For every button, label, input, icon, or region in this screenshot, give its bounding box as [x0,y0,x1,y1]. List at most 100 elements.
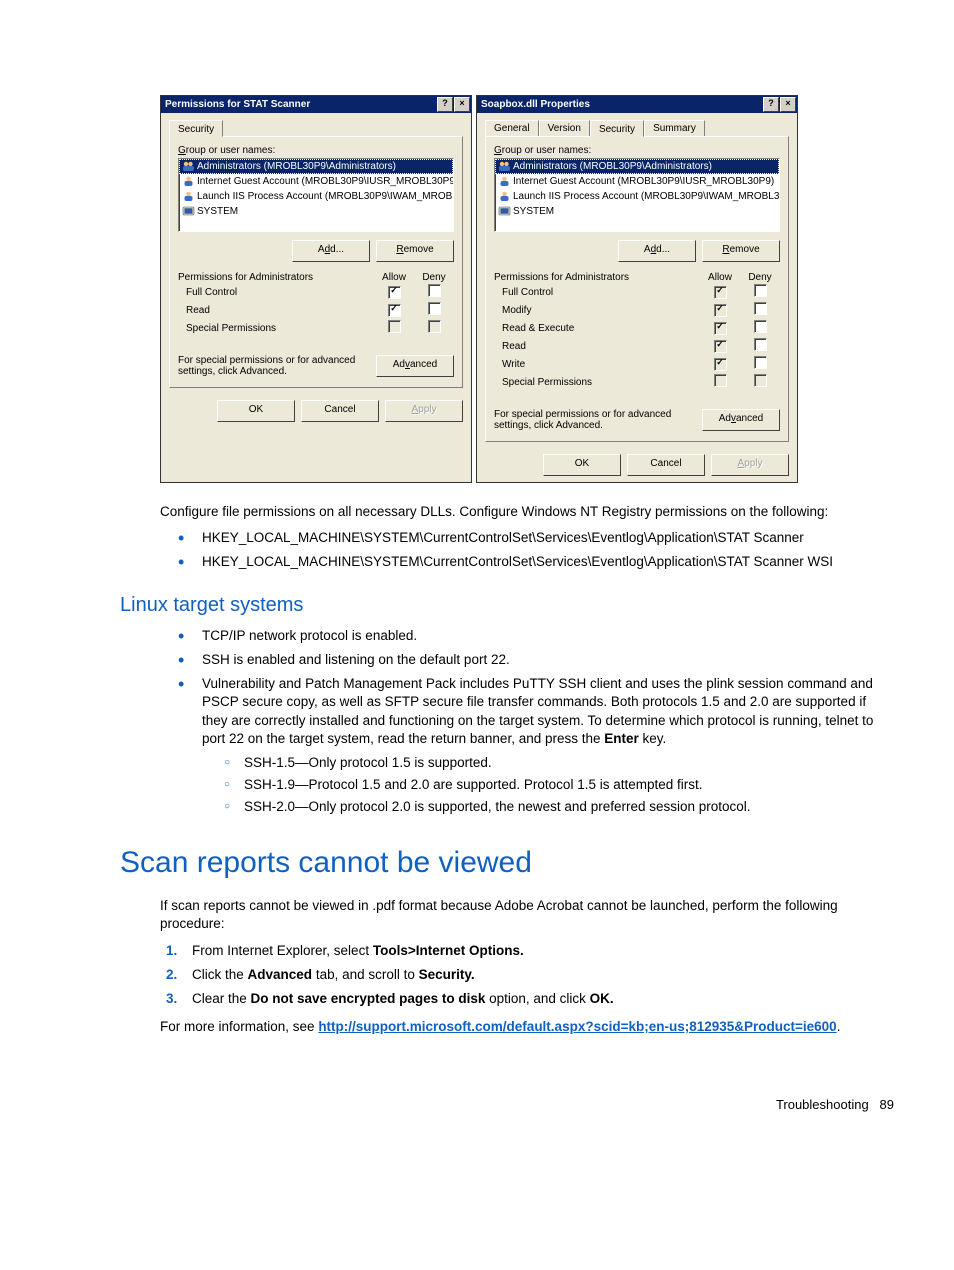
allow-checkbox[interactable] [714,286,727,299]
list-item: SSH is enabled and listening on the defa… [178,651,894,669]
dialog-title: Permissions for STAT Scanner [165,99,437,110]
dialog-title: Soapbox.dll Properties [481,99,763,110]
user-row[interactable]: SYSTEM [495,204,779,219]
step-item: Clear the Do not save encrypted pages to… [160,990,894,1008]
deny-checkbox[interactable] [754,302,767,315]
tab-general[interactable]: General [485,120,539,137]
perm-name: Write [502,359,700,370]
advanced-button[interactable]: Advanced [702,409,780,431]
system-icon [181,205,195,218]
user-row[interactable]: Internet Guest Account (MROBL30P9\IUSR_M… [179,174,453,189]
apply-button[interactable]: Apply [385,400,463,422]
tab-security[interactable]: Security [169,120,223,137]
perm-table: Full Control Modify Read & Execute Read Writ… [494,283,780,391]
titlebar: Soapbox.dll Properties ? × [477,96,797,113]
deny-checkbox[interactable] [754,338,767,351]
user-name: SYSTEM [197,206,238,217]
user-row[interactable]: Launch IIS Process Account (MROBL30P9\IW… [179,189,453,204]
perm-row: Full Control [494,283,780,301]
perm-name: Special Permissions [502,377,700,388]
allow-checkbox[interactable] [388,320,401,333]
help-button[interactable]: ? [437,97,453,112]
user-name: Internet Guest Account (MROBL30P9\IUSR_M… [197,176,454,187]
deny-checkbox[interactable] [754,374,767,387]
user-list[interactable]: Administrators (MROBL30P9\Administrators… [494,158,780,232]
deny-checkbox[interactable] [754,356,767,369]
apply-button[interactable]: Apply [711,454,789,476]
user-row[interactable]: Internet Guest Account (MROBL30P9\IUSR_M… [495,174,779,189]
allow-checkbox[interactable] [714,340,727,353]
user-name: Launch IIS Process Account (MROBL30P9\IW… [197,191,454,202]
perm-row: Write [494,355,780,373]
user-list[interactable]: Administrators (MROBL30P9\Administrators… [178,158,454,232]
close-button[interactable]: × [454,97,470,112]
user-name: SYSTEM [513,206,554,217]
support-link[interactable]: http://support.microsoft.com/default.asp… [318,1019,836,1034]
advanced-text: For special permissions or for advanced … [178,355,376,377]
perm-table: Full Control Read Special Permissions [178,283,454,337]
paragraph: Configure file permissions on all necess… [160,503,894,521]
sub-item: SSH-2.0—Only protocol 2.0 is supported, … [224,798,894,816]
user-icon [181,190,195,203]
perm-row: Read & Execute [494,319,780,337]
sub-item: SSH-1.5—Only protocol 1.5 is supported. [224,754,894,772]
user-row[interactable]: Launch IIS Process Account (MROBL30P9\IW… [495,189,779,204]
user-name: Administrators (MROBL30P9\Administrators… [513,161,712,172]
deny-checkbox[interactable] [428,302,441,315]
user-icon [497,175,511,188]
perm-row: Special Permissions [494,373,780,391]
ok-button[interactable]: OK [543,454,621,476]
tab-version[interactable]: Version [539,120,590,137]
properties-dialog: Soapbox.dll Properties ? × GeneralVersio… [476,95,798,483]
perm-row: Modify [494,301,780,319]
perm-row: Read [494,337,780,355]
step-item: Click the Advanced tab, and scroll to Se… [160,966,894,984]
deny-checkbox[interactable] [754,284,767,297]
allow-checkbox[interactable] [714,322,727,335]
tab-security[interactable]: Security [590,120,644,137]
sub-item: SSH-1.9—Protocol 1.5 and 2.0 are support… [224,776,894,794]
remove-button[interactable]: Remove [702,240,780,262]
group-icon [181,160,195,173]
cancel-button[interactable]: Cancel [627,454,705,476]
heading-scan-reports: Scan reports cannot be viewed [120,843,894,884]
allow-checkbox[interactable] [714,304,727,317]
perm-name: Read & Execute [502,323,700,334]
allow-checkbox[interactable] [714,374,727,387]
allow-checkbox[interactable] [714,358,727,371]
cancel-button[interactable]: Cancel [301,400,379,422]
perm-name: Read [502,341,700,352]
allow-checkbox[interactable] [388,286,401,299]
user-row[interactable]: Administrators (MROBL30P9\Administrators… [495,159,779,174]
user-row[interactable]: Administrators (MROBL30P9\Administrators… [179,159,453,174]
deny-checkbox[interactable] [428,320,441,333]
list-item: HKEY_LOCAL_MACHINE\SYSTEM\CurrentControl… [178,553,894,571]
perm-name: Special Permissions [186,323,374,334]
perm-name: Read [186,305,374,316]
user-name: Internet Guest Account (MROBL30P9\IUSR_M… [513,176,774,187]
remove-button[interactable]: Remove [376,240,454,262]
deny-checkbox[interactable] [754,320,767,333]
user-row[interactable]: SYSTEM [179,204,453,219]
add-button[interactable]: Add... [292,240,370,262]
perm-name: Modify [502,305,700,316]
allow-checkbox[interactable] [388,304,401,317]
deny-checkbox[interactable] [428,284,441,297]
group-users-label: Group or user names: [494,145,780,156]
user-icon [497,190,511,203]
tab-summary[interactable]: Summary [644,120,705,137]
page-footer: Troubleshooting 89 [160,1096,894,1114]
perm-row: Full Control [178,283,454,301]
add-button[interactable]: Add... [618,240,696,262]
list-item: TCP/IP network protocol is enabled. [178,627,894,645]
advanced-button[interactable]: Advanced [376,355,454,377]
close-button[interactable]: × [780,97,796,112]
help-button[interactable]: ? [763,97,779,112]
ok-button[interactable]: OK [217,400,295,422]
group-icon [497,160,511,173]
heading-linux: Linux target systems [120,592,894,619]
advanced-text: For special permissions or for advanced … [494,409,702,431]
perm-header: Permissions for Administrators Allow Den… [178,272,454,283]
paragraph: For more information, see http://support… [160,1018,894,1036]
system-icon [497,205,511,218]
